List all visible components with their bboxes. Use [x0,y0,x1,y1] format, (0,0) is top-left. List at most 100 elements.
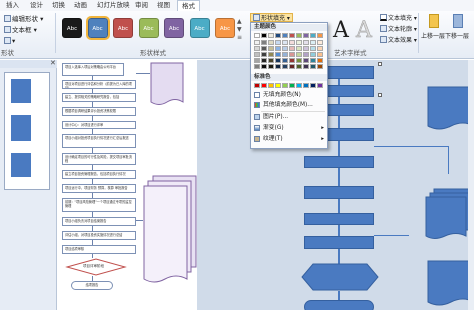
purple-multi-document-shape[interactable] [143,175,197,285]
standard-color-cell[interactable] [268,83,274,88]
shape-style-swatch[interactable]: Abc [189,18,210,38]
theme-color-cell[interactable] [282,58,288,63]
theme-color-cell[interactable] [310,58,316,63]
theme-color-cell[interactable] [317,46,323,51]
text-fill-button[interactable]: 文本填充 ▾ [380,14,417,23]
standard-color-cell[interactable] [261,83,267,88]
textbox-button[interactable]: 文本框 ▾ [4,25,37,35]
standard-color-cell[interactable] [282,83,288,88]
wordart-style-swatch[interactable]: A [330,19,352,43]
theme-color-cell[interactable] [289,64,295,69]
texture-fill-item[interactable]: 纹理(T) ▸ [251,134,327,144]
text-outline-button[interactable]: 文本轮廓 ▾ [380,25,417,34]
flow-step[interactable]: 项目对项目进行评估和分析（前提为已入库的项目） [62,80,136,89]
flow-step[interactable]: 建立、提供相关的策略研究报告，包括 [62,93,136,102]
theme-color-cell[interactable] [275,33,281,38]
standard-color-cell[interactable] [303,83,309,88]
standard-color-cell[interactable] [296,83,302,88]
standard-color-cell[interactable] [275,83,281,88]
gallery-scroll-up[interactable]: ▲ [237,18,242,25]
theme-color-cell[interactable] [296,33,302,38]
theme-color-cell[interactable] [289,33,295,38]
theme-color-cell[interactable] [317,40,323,45]
flow-step[interactable]: 设计确定项目的可行性及风险，提交项目审批流程 [62,153,136,165]
theme-color-cell[interactable] [268,58,274,63]
diagram-decision-diamond[interactable] [301,263,379,291]
flow-step[interactable]: 项目小组对投资项目执行情况进行汇总后报送 [62,134,136,148]
shape-style-swatch[interactable]: Abc [62,18,82,38]
theme-color-cell[interactable] [254,52,260,57]
flow-step[interactable]: 设计中心：对项目进行评审 [62,121,136,129]
theme-color-cell[interactable] [254,40,260,45]
shape-style-swatch[interactable]: Abc [164,18,184,38]
selection-handle[interactable] [378,62,382,66]
theme-color-cell[interactable] [303,46,309,51]
theme-color-cell[interactable] [296,52,302,57]
theme-color-cell[interactable] [303,52,309,57]
theme-color-cell[interactable] [289,40,295,45]
more-fill-colors-item[interactable]: 其他填充颜色(M)... [251,100,327,110]
picture-fill-item[interactable]: 图片(P)... [251,112,327,122]
theme-color-cell[interactable] [310,46,316,51]
standard-color-cell[interactable] [289,83,295,88]
theme-color-cell[interactable] [254,46,260,51]
shape-style-swatch[interactable]: Abc [138,18,159,38]
tab-format[interactable]: 格式 [177,0,200,11]
theme-color-cell[interactable] [310,40,316,45]
shape-style-swatch[interactable]: Abc [215,18,235,38]
gradient-fill-item[interactable]: 渐变(G) ▸ [251,123,327,133]
standard-color-cell[interactable] [254,83,260,88]
theme-color-cell[interactable] [296,64,302,69]
theme-color-cell[interactable] [275,40,281,45]
gallery-scroll-down[interactable]: ▼ [237,26,242,33]
shape-fill-button[interactable]: 形状填充 ▾ [250,13,293,22]
theme-color-cell[interactable] [296,40,302,45]
theme-color-cell[interactable] [254,33,260,38]
theme-color-cell[interactable] [303,58,309,63]
diagram-box[interactable] [304,213,374,225]
theme-color-cell[interactable] [261,33,267,38]
flow-step[interactable]: 项目小组负责对项目结案报告 [62,217,136,226]
diagram-document-shape[interactable] [427,86,474,132]
diagram-box[interactable] [304,156,374,168]
tab-animations[interactable]: 动画 [74,0,87,11]
vertical-scrollbar[interactable] [468,60,474,310]
theme-color-cell[interactable] [261,52,267,57]
theme-color-cell[interactable] [317,58,323,63]
standard-color-cell[interactable] [310,83,316,88]
theme-color-cell[interactable] [303,33,309,38]
flow-end[interactable]: 结项报告 [71,281,113,290]
slide-thumbnail[interactable] [4,72,50,190]
theme-color-cell[interactable] [282,40,288,45]
flow-step[interactable]: 项目结项审核 [62,245,136,254]
diagram-box[interactable] [304,186,374,199]
theme-color-cell[interactable] [282,33,288,38]
tab-slideshow[interactable]: 幻灯片放映 [97,0,130,11]
theme-color-cell[interactable] [303,40,309,45]
theme-color-cell[interactable] [317,33,323,38]
tab-insert[interactable]: 插入 [6,0,19,11]
no-fill-item[interactable]: 无填充颜色(N) [251,90,327,100]
theme-color-cell[interactable] [310,52,316,57]
theme-color-cell[interactable] [317,52,323,57]
text-effect-button[interactable]: 文本效果 ▾ [380,36,417,45]
theme-color-cell[interactable] [261,58,267,63]
merge-shapes-button[interactable]: ▾ [4,36,15,46]
theme-color-cell[interactable] [317,64,323,69]
edit-shape-button[interactable]: 编辑形状 ▾ [4,14,43,24]
flow-step[interactable]: 建立项目投资管理报告，包括项目执行情况 [62,170,136,179]
theme-color-cell[interactable] [282,52,288,57]
standard-color-cell[interactable] [317,83,323,88]
tab-design[interactable]: 设计 [30,0,43,11]
diagram-box[interactable] [304,236,374,249]
theme-color-cell[interactable] [268,64,274,69]
bring-forward-button[interactable]: 上移一层 [421,31,445,40]
theme-color-cell[interactable] [282,46,288,51]
theme-color-cell[interactable] [289,58,295,63]
close-icon[interactable]: ✕ [50,59,56,67]
flow-step[interactable]: 前期："项目风险管理"一个项目通过专项的监控管理 [62,198,136,212]
theme-color-cell[interactable] [310,33,316,38]
diagram-end-terminal[interactable] [304,300,374,310]
theme-color-cell[interactable] [254,58,260,63]
wordart-style-swatch[interactable]: A [353,18,375,43]
